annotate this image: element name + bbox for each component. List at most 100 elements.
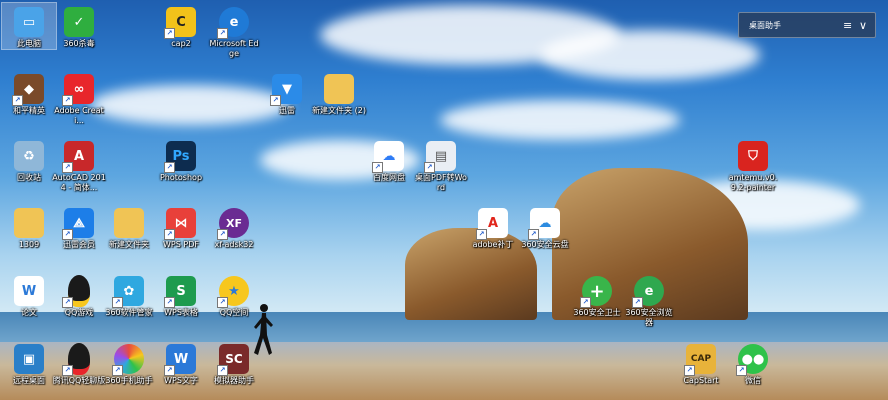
desktop-icon[interactable]: ▭ 此电脑 [1, 2, 57, 50]
shortcut-arrow-icon: ↗ [164, 162, 175, 173]
shortcut-arrow-icon: ↗ [424, 162, 435, 173]
desktop-icon[interactable]: A ↗ adobe补丁 [466, 204, 520, 250]
desktop-icon[interactable]: ▣ 远程桌面 [2, 340, 56, 386]
wps-writer-icon: W ↗ [164, 344, 196, 376]
chevron-down-icon[interactable]: ∨ [859, 19, 875, 32]
icon-label: 1309 [18, 240, 40, 249]
shortcut-arrow-icon: ↗ [164, 297, 175, 308]
icon-label: 模拟器助手 [214, 376, 254, 385]
desktop-icon[interactable]: Ps ↗ Photoshop [154, 137, 208, 183]
capstart-icon: CAP ↗ [684, 344, 716, 376]
shortcut-arrow-icon: ↗ [476, 229, 487, 240]
shortcut-arrow-icon: ↗ [528, 229, 539, 240]
word-doc-icon: W [14, 276, 44, 306]
shortcut-arrow-icon: ↗ [217, 28, 228, 39]
desktop-icon[interactable]: ↗ 360手机助手 [102, 340, 156, 386]
desktop-icon[interactable]: A ↗ AutoCAD 2014 - 简体... [52, 137, 106, 193]
desktop-icon[interactable]: ✓ 360杀毒 [52, 3, 106, 49]
icon-label: 360手机助手 [105, 376, 153, 385]
qq-icon: ↗ [62, 343, 94, 376]
cloud-drive-icon: ☁ ↗ [528, 208, 560, 240]
icon-label: 360安全浏览器 [625, 308, 673, 327]
cap-app-icon: C ↗ [164, 7, 196, 39]
icon-label: WPS PDF [163, 240, 199, 249]
shortcut-arrow-icon: ↗ [62, 162, 73, 173]
photoshop-icon: Ps ↗ [164, 141, 196, 173]
desktop-icon[interactable]: ⛉ amtemu.v0.9.2-painter [726, 137, 780, 193]
icon-label: Microsoft Edge [209, 39, 259, 58]
computer-icon: ▭ [14, 7, 44, 37]
desktop-icon[interactable]: C ↗ cap2 [154, 3, 208, 49]
icon-label: 360软件管家 [105, 308, 153, 317]
icon-label: CapStart [683, 376, 719, 385]
shortcut-arrow-icon: ↗ [112, 297, 123, 308]
desktop-assistant-widget[interactable]: 桌面助手 ≡ ∨ [738, 12, 876, 38]
desktop-icon[interactable]: ✿ ↗ 360软件管家 [102, 272, 156, 318]
icon-label: QQ游戏 [64, 308, 94, 317]
document-icon: ▤ ↗ [424, 141, 456, 173]
cloud [540, 30, 760, 80]
shortcut-arrow-icon: ↗ [62, 95, 73, 106]
desktop-icon[interactable]: ⟁ ↗ 迅雷会员 [52, 204, 106, 250]
software-manager-icon: ✿ ↗ [112, 276, 144, 308]
icon-label: 新建文件夹 [109, 240, 149, 249]
menu-icon[interactable]: ≡ [843, 19, 859, 32]
edge-icon: e ↗ [217, 7, 249, 39]
icon-label: WPS文字 [164, 376, 198, 385]
desktop-icon[interactable]: W ↗ WPS文字 [154, 340, 208, 386]
icon-label: cap2 [171, 39, 191, 48]
browser-icon: e ↗ [632, 276, 664, 308]
wechat-icon: ●● ↗ [736, 344, 768, 376]
icon-label: 迅雷 [279, 106, 295, 115]
desktop-icon[interactable]: ●● ↗ 微信 [726, 340, 780, 386]
desktop-icon[interactable]: ☁ ↗ 百度网盘 [362, 137, 416, 183]
desktop-icon[interactable]: ☁ ↗ 360安全云盘 [518, 204, 572, 250]
shortcut-arrow-icon: ↗ [632, 297, 643, 308]
desktop-icon[interactable]: ↗ QQ游戏 [52, 272, 106, 318]
shortcut-arrow-icon: ↗ [736, 365, 747, 376]
icon-label: 百度网盘 [373, 173, 405, 182]
desktop-icon[interactable]: ★ ↗ QQ空间 [207, 272, 261, 318]
baidu-netdisk-icon: ☁ ↗ [372, 141, 404, 173]
desktop-icon[interactable]: ↗ 腾讯QQ轻聊版 [52, 340, 106, 386]
icon-label: QQ空间 [219, 308, 249, 317]
icon-label: 360安全卫士 [573, 308, 621, 317]
icon-label: 迅雷会员 [63, 240, 95, 249]
desktop-icon[interactable]: SC ↗ 模拟器助手 [207, 340, 261, 386]
icon-label: 微信 [745, 376, 761, 385]
desktop-icon[interactable]: 1309 [2, 204, 56, 250]
shortcut-arrow-icon: ↗ [684, 365, 695, 376]
desktop-icon[interactable]: S ↗ WPS表格 [154, 272, 208, 318]
desktop-icon[interactable]: ♻ 回收站 [2, 137, 56, 183]
widget-title: 桌面助手 [749, 20, 781, 30]
icon-label: adobe补丁 [472, 240, 514, 249]
icon-label: AutoCAD 2014 - 简体... [52, 173, 106, 192]
desktop-icon[interactable]: CAP ↗ CapStart [674, 340, 728, 386]
desktop-icon[interactable]: 新建文件夹 (2) [312, 70, 366, 116]
icon-label: Photoshop [159, 173, 203, 182]
qq-game-icon: ↗ [62, 275, 94, 308]
wps-pdf-icon: ⋈ ↗ [164, 208, 196, 240]
icon-label: 桌面PDF转Word [415, 173, 467, 192]
shortcut-arrow-icon: ↗ [62, 229, 73, 240]
desktop-icon[interactable]: ▤ ↗ 桌面PDF转Word [414, 137, 468, 193]
icon-label: WPS表格 [164, 308, 198, 317]
icon-label: 新建文件夹 (2) [312, 106, 366, 115]
desktop-icon[interactable]: e ↗ 360安全浏览器 [622, 272, 676, 328]
autocad-icon: A ↗ [62, 141, 94, 173]
icon-label: 论文 [21, 308, 37, 317]
desktop-icon[interactable]: e ↗ Microsoft Edge [207, 3, 261, 59]
desktop-icon[interactable]: ⋈ ↗ WPS PDF [154, 204, 208, 250]
desktop-icon[interactable]: W 论文 [2, 272, 56, 318]
desktop-icon[interactable]: XF ↗ xf-adsk32 [207, 204, 261, 250]
desktop-icon[interactable]: ◆ ↗ 和平精英 [2, 70, 56, 116]
amtemu-icon: ⛉ [738, 141, 768, 171]
desktop-icon[interactable]: ▼ ↗ 迅雷 [260, 70, 314, 116]
desktop-icon[interactable]: + ↗ 360安全卫士 [570, 272, 624, 318]
folder-icon [324, 74, 354, 104]
desktop-icon[interactable]: ∞ ↗ Adobe Creati... [52, 70, 106, 126]
remote-desktop-icon: ▣ [14, 344, 44, 374]
wps-sheet-icon: S ↗ [164, 276, 196, 308]
desktop-icon[interactable]: 新建文件夹 [102, 204, 156, 250]
qzone-icon: ★ ↗ [217, 276, 249, 308]
